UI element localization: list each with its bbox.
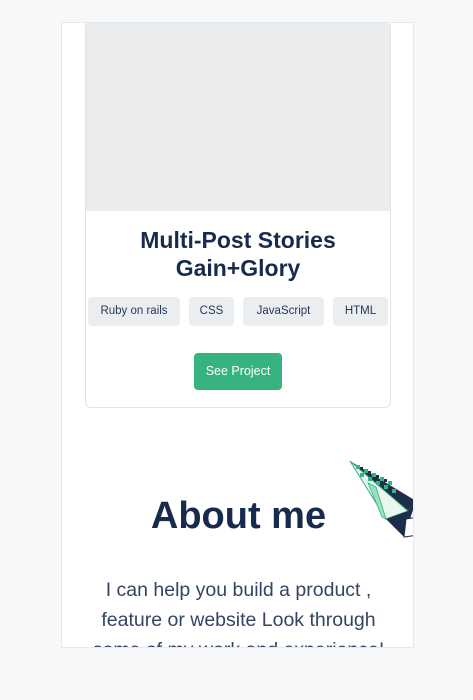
tag-list: Ruby on rails CSS JavaScript HTML bbox=[88, 297, 390, 326]
project-title: Multi-Post Stories Gain+Glory bbox=[140, 227, 336, 281]
about-heading: About me bbox=[150, 495, 327, 537]
see-project-button[interactable]: See Project bbox=[194, 353, 282, 390]
project-image-placeholder bbox=[86, 23, 390, 211]
tag-javascript: JavaScript bbox=[243, 297, 324, 326]
tag-ruby-on-rails: Ruby on rails bbox=[88, 297, 180, 326]
tag-css: CSS bbox=[189, 297, 234, 326]
tag-html: HTML bbox=[333, 297, 388, 326]
about-description: I can help you build a product , feature… bbox=[93, 579, 385, 647]
page-viewport: Multi-Post Stories Gain+Glory Ruby on ra… bbox=[61, 22, 414, 648]
project-card: Multi-Post Stories Gain+Glory Ruby on ra… bbox=[85, 23, 391, 408]
